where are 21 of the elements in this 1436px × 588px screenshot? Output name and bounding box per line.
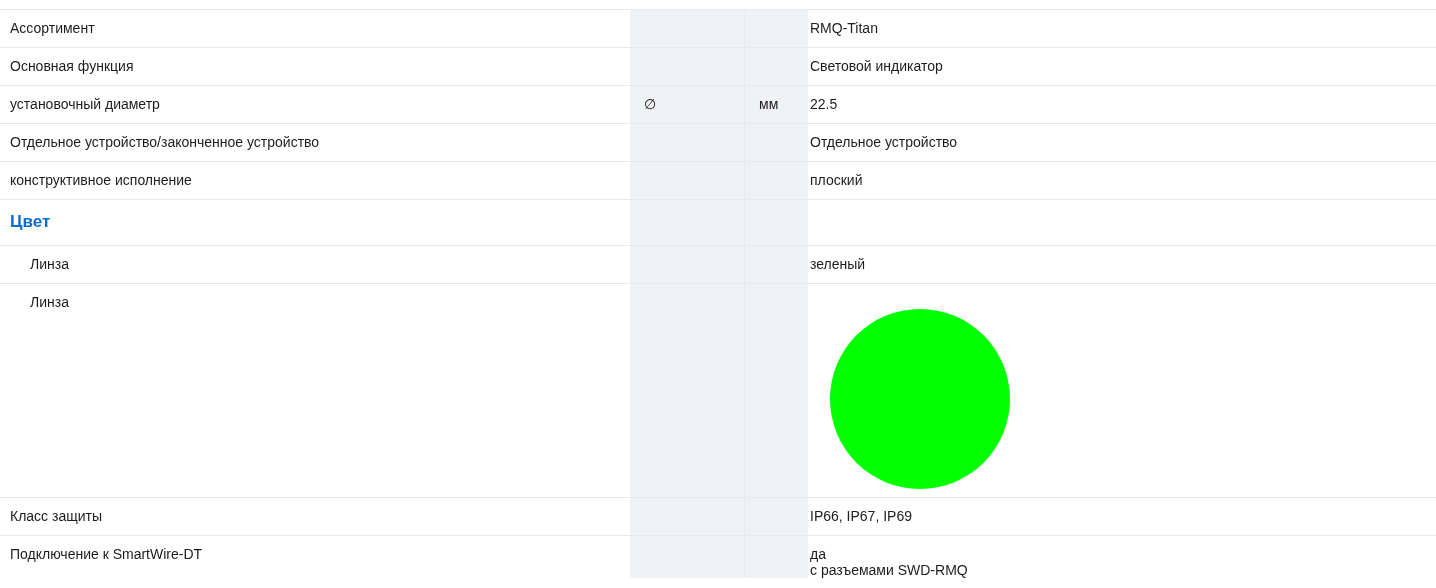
property-value: да [810,546,827,562]
property-value: с разъемами SWD-RMQ [810,562,969,578]
property-label: Ассортимент [10,20,95,36]
property-label: конструктивное исполнение [10,172,192,188]
property-value: RMQ-Titan [810,20,879,36]
property-label: Класс защиты [10,508,103,524]
property-value: 22.5 [810,96,839,112]
property-label: установочный диаметр [10,96,160,112]
property-value: зеленый [810,256,867,272]
section-heading: Цвет [10,212,51,231]
property-value: IP66, IP67, IP69 [810,508,913,524]
property-label: Отдельное устройство/законченное устройство [10,134,320,150]
property-value: Отдельное устройство [810,134,959,150]
property-label: Линза [30,294,69,310]
table-cell: ∅ [630,86,745,123]
table-cell: мм [745,86,808,123]
property-value: плоский [810,172,864,188]
property-value: Световой индикатор [810,58,944,74]
property-label: Основная функция [10,58,134,74]
property-label: Подключение к SmartWire-DT [10,546,203,562]
property-label: Линза [30,256,69,272]
